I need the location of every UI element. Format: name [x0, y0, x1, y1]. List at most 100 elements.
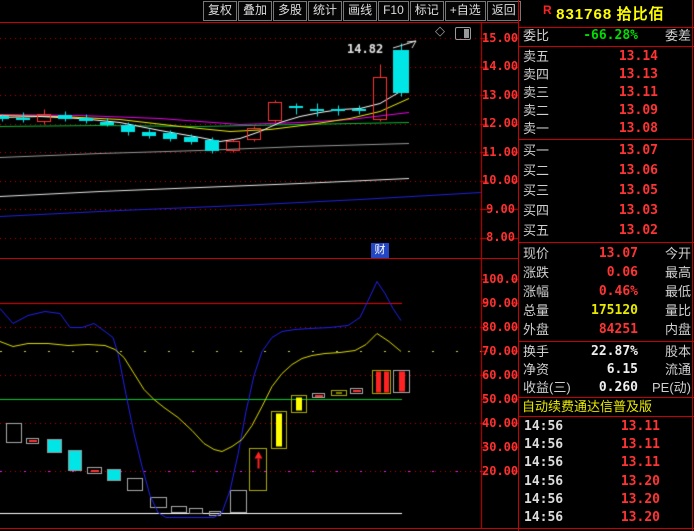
stat-row-change-pct: 涨幅 0.46% 最低	[518, 282, 694, 301]
stat-value: 0.46%	[598, 284, 638, 299]
divider	[518, 242, 694, 243]
sub-axis-tick: 20.00	[482, 464, 519, 478]
tick-row[interactable]: 14:56 13.20	[518, 491, 694, 509]
sub-axis-tick: 80.00	[482, 320, 519, 334]
stat-label: 换手	[523, 344, 550, 359]
bid-label: 买三	[523, 183, 550, 198]
divider	[0, 528, 694, 529]
main-axis-tick: 14.00	[482, 59, 519, 73]
add-favorite-button[interactable]: +自选	[444, 1, 486, 21]
main-axis-tick: 12.00	[482, 116, 519, 130]
tdx-terminal-window: 复权 叠加 多股 统计 画线 F10 标记 +自选 返回 R 831768 拾比…	[0, 0, 694, 531]
ask-row[interactable]: 卖一 13.08	[518, 120, 694, 138]
bid-label: 买一	[523, 143, 550, 158]
sub-axis-tick: 50.00	[482, 392, 519, 406]
divider	[0, 258, 518, 259]
ask-price: 13.14	[618, 49, 658, 64]
ask-row[interactable]: 卖三 13.11	[518, 84, 694, 102]
statistics-button[interactable]: 统计	[308, 1, 343, 21]
stat-value: 13.07	[598, 246, 638, 261]
main-axis-tick: 13.00	[482, 88, 519, 102]
bid-row[interactable]: 买一 13.07	[518, 141, 694, 160]
tick-time: 14:56	[524, 510, 564, 525]
stat-value: 0.260	[598, 380, 638, 395]
stat-row-volume: 总量 175120 量比	[518, 301, 694, 320]
sub-axis-tick: 30.00	[482, 440, 519, 454]
ask-label: 卖一	[523, 121, 550, 136]
ask-row[interactable]: 卖四 13.13	[518, 66, 694, 84]
stock-name: 拾比佰	[616, 6, 665, 23]
sub-axis-tick: 60.00	[482, 368, 519, 382]
stat-value: 0.06	[606, 265, 638, 280]
stat-right-label: 量比	[664, 303, 691, 318]
ask-price: 13.11	[618, 85, 658, 100]
stat-row-turnover: 换手 22.87% 股本	[518, 343, 694, 360]
ask-label: 卖五	[523, 49, 550, 64]
ask-price: 13.13	[618, 67, 658, 82]
stat-value: 6.15	[606, 362, 638, 377]
main-candlestick-chart[interactable]	[0, 22, 518, 258]
bid-row[interactable]: 买四 13.03	[518, 201, 694, 220]
stat-right-label: 最高	[664, 265, 691, 280]
toolbar: 复权 叠加 多股 统计 画线 F10 标记 +自选 返回	[203, 1, 521, 21]
stat-label: 外盘	[523, 322, 550, 337]
indicator-sub-chart[interactable]	[0, 258, 518, 528]
mark-button[interactable]: 标记	[409, 1, 444, 21]
finance-report-badge[interactable]: 财	[371, 243, 389, 258]
back-button[interactable]: 返回	[486, 1, 521, 21]
divider	[0, 22, 518, 23]
stat-right-label: PE(动)	[651, 380, 691, 395]
bid-label: 买五	[523, 223, 550, 238]
tick-row[interactable]: 14:56 13.11	[518, 436, 694, 454]
stat-label: 涨跌	[523, 265, 550, 280]
stat-value: 175120	[591, 303, 638, 318]
f10-button[interactable]: F10	[378, 1, 409, 21]
sub-axis-tick: 90.00	[482, 296, 519, 310]
ask-row[interactable]: 卖五 13.14	[518, 48, 694, 66]
draw-line-button[interactable]: 画线	[343, 1, 378, 21]
renewal-ad-link[interactable]: 自动续费通达信普及版	[522, 398, 692, 415]
ask-row[interactable]: 卖二 13.09	[518, 102, 694, 120]
main-axis-tick: 9.00	[486, 202, 515, 216]
tick-time: 14:56	[524, 492, 564, 507]
stock-header: R 831768 拾比佰	[543, 3, 693, 23]
stock-code: 831768	[556, 6, 613, 23]
multi-stock-button[interactable]: 多股	[273, 1, 308, 21]
layout-split-icon[interactable]	[455, 27, 471, 40]
sub-axis-tick: 100.0	[482, 272, 519, 286]
commission-ratio-row: 委比 -66.28% 委差	[518, 27, 694, 45]
bid-row[interactable]: 买二 13.06	[518, 161, 694, 180]
bid-price: 13.02	[618, 223, 658, 238]
tick-row[interactable]: 14:56 13.20	[518, 509, 694, 527]
stat-row-price: 现价 13.07 今开	[518, 244, 694, 263]
overlay-button[interactable]: 叠加	[238, 1, 273, 21]
tick-price: 13.20	[620, 474, 660, 489]
sub-axis-tick: 70.00	[482, 344, 519, 358]
stat-value: 84251	[598, 322, 638, 337]
stat-label: 现价	[523, 246, 550, 261]
tick-row[interactable]: 14:56 13.20	[518, 473, 694, 491]
ask-label: 卖三	[523, 85, 550, 100]
stat-right-label: 流通	[664, 362, 691, 377]
layout-fill	[464, 29, 469, 38]
divider	[518, 341, 694, 342]
ask-price: 13.08	[618, 121, 658, 136]
stat-row-outer-lot: 外盘 84251 内盘	[518, 320, 694, 339]
tick-row[interactable]: 14:56 13.11	[518, 418, 694, 436]
main-axis-tick: 8.00	[486, 230, 515, 244]
tick-price: 13.20	[620, 510, 660, 525]
ask-price: 13.09	[618, 103, 658, 118]
bid-row[interactable]: 买三 13.05	[518, 181, 694, 200]
favorite-diamond-icon[interactable]: ◇	[435, 24, 445, 38]
bid-row[interactable]: 买五 13.02	[518, 221, 694, 240]
stat-label: 总量	[523, 303, 550, 318]
stat-row-net-asset: 净资 6.15 流通	[518, 361, 694, 378]
tick-price: 13.11	[620, 437, 660, 452]
tick-price: 13.11	[620, 455, 660, 470]
stat-right-label: 最低	[664, 284, 691, 299]
ask-label: 卖四	[523, 67, 550, 82]
restore-rights-button[interactable]: 复权	[203, 1, 238, 21]
tick-price: 13.20	[620, 492, 660, 507]
tick-row[interactable]: 14:56 13.11	[518, 454, 694, 472]
commission-ratio-value: -66.28%	[583, 28, 638, 43]
